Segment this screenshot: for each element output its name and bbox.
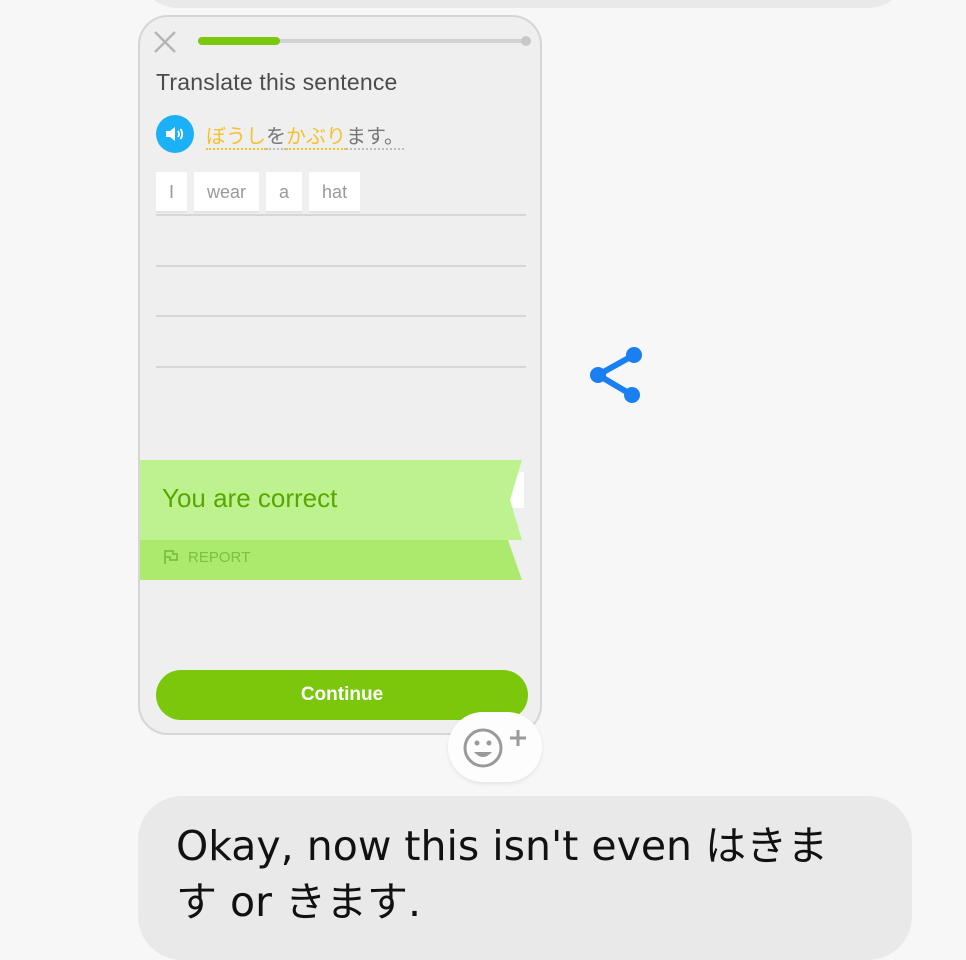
progress-fill [198, 37, 280, 45]
correct-feedback-banner: You are correct REPORT [140, 460, 524, 580]
japanese-sentence: ぼうしをかぶります。 [206, 120, 404, 150]
text-message-bubble[interactable]: Okay, now this isn't even はきます or きます. [138, 796, 912, 960]
sentence-word-boushi[interactable]: ぼうし [206, 124, 266, 150]
answer-line [156, 214, 526, 216]
answer-line [156, 315, 526, 317]
answer-tile[interactable]: I [156, 172, 188, 213]
answer-tile[interactable]: hat [309, 172, 361, 213]
answer-line [156, 265, 526, 267]
answer-tile[interactable]: wear [194, 172, 260, 213]
previous-message-bubble [138, 0, 908, 8]
add-reaction-button[interactable] [448, 712, 542, 782]
share-icon[interactable] [586, 345, 644, 407]
answer-line [156, 366, 526, 368]
lesson-progress-bar [198, 36, 531, 46]
speaker-icon [166, 127, 184, 141]
sentence-particle-wo: を [266, 124, 286, 150]
speaker-button[interactable] [156, 115, 194, 153]
screenshot-image-message[interactable]: Translate this sentence ぼうしをかぶります。 I wea… [138, 15, 542, 735]
prompt-title: Translate this sentence [156, 69, 398, 95]
report-label: REPORT [188, 548, 251, 566]
add-reaction-icon [463, 728, 526, 768]
answer-tile[interactable]: a [266, 172, 303, 213]
message-text: Okay, now this isn't even はきます or きます. [176, 822, 829, 926]
progress-end-dot [521, 36, 531, 46]
report-flag-icon [164, 550, 178, 564]
sentence-word-kaburi[interactable]: かぶり [286, 124, 346, 150]
report-button[interactable]: REPORT [162, 548, 250, 566]
close-icon [154, 31, 176, 53]
feedback-text: You are correct [162, 483, 338, 513]
answer-tiles: I wear a hat [156, 172, 361, 213]
sentence-word-masu: ます。 [346, 124, 404, 150]
